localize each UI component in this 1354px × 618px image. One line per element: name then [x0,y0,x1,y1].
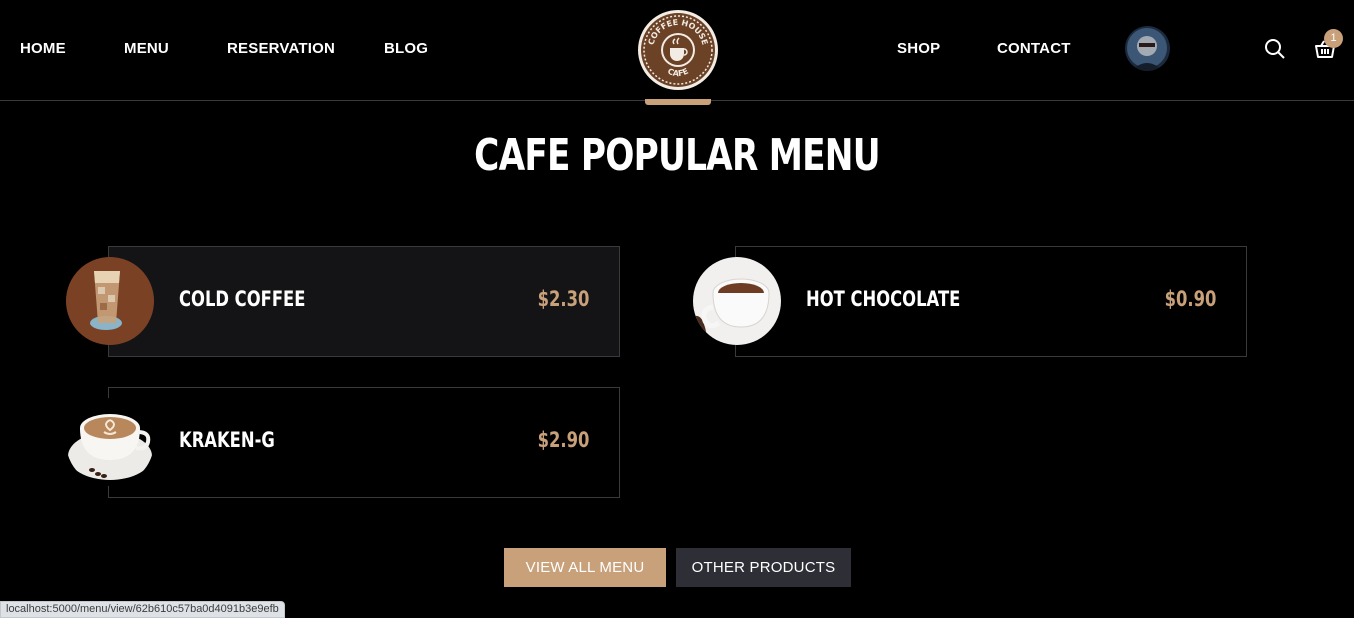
menu-item-price: $2.30 [537,287,589,311]
menu-item-name: HOT CHOCOLATE [806,287,961,311]
search-icon[interactable] [1263,37,1287,61]
other-products-button[interactable]: OTHER PRODUCTS [676,548,851,587]
active-nav-indicator [645,99,711,105]
section-title: CAFE POPULAR MENU [474,130,880,181]
site-header: HOME MENU RESERVATION BLOG COFFEE HOUSE … [0,0,1354,101]
latte-art-image [66,398,154,486]
hot-chocolate-image [693,257,781,345]
menu-item-name: KRAKEN-G [179,428,275,452]
nav-shop-link[interactable]: SHOP [897,40,940,57]
view-all-menu-button[interactable]: VIEW ALL MENU [504,548,666,587]
nav-blog-link[interactable]: BLOG [384,40,428,57]
nav-home-link[interactable]: HOME [20,40,66,57]
nav-menu-link[interactable]: MENU [124,40,169,57]
cart-count-badge: 1 [1324,29,1343,48]
menu-item-price: $2.90 [537,428,589,452]
menu-card-kraken-g[interactable]: KRAKEN-G $2.90 [108,387,620,498]
nav-contact-link[interactable]: CONTACT [997,40,1071,57]
link-preview-status-bar: localhost:5000/menu/view/62b610c57ba0d40… [0,601,285,618]
nav-reservation-link[interactable]: RESERVATION [227,40,335,57]
coffee-house-logo[interactable]: COFFEE HOUSE CAFE [636,8,720,92]
menu-card-cold-coffee[interactable]: COLD COFFEE $2.30 [108,246,620,357]
user-avatar[interactable] [1125,26,1170,71]
iced-coffee-image [66,257,154,345]
menu-card-hot-chocolate[interactable]: HOT CHOCOLATE $0.90 [735,246,1247,357]
menu-item-price: $0.90 [1164,287,1216,311]
menu-item-name: COLD COFFEE [179,287,306,311]
